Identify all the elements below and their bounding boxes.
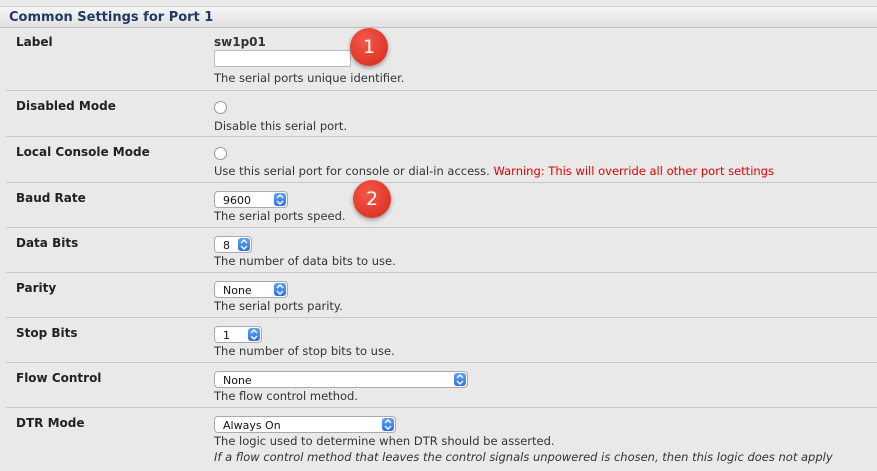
label-field-label: Label <box>16 35 53 49</box>
disabled-mode-label: Disabled Mode <box>16 99 116 113</box>
row-flow-control: Flow Control None The flow control metho… <box>6 363 877 408</box>
stop-bits-selected: 1 <box>223 329 230 342</box>
row-local-console-mode: Local Console Mode Use this serial port … <box>6 137 877 183</box>
data-bits-label: Data Bits <box>16 236 79 250</box>
chevron-up-down-icon <box>274 193 286 206</box>
label-input[interactable] <box>214 50 351 67</box>
row-baud-rate: Baud Rate 9600 The serial ports speed. <box>6 183 877 228</box>
stop-bits-select[interactable]: 1 <box>214 326 262 343</box>
local-console-mode-label: Local Console Mode <box>16 145 150 159</box>
flow-control-select[interactable]: None <box>214 371 468 388</box>
chevron-up-down-icon <box>382 418 394 431</box>
data-bits-description: The number of data bits to use. <box>214 254 396 268</box>
baud-rate-label: Baud Rate <box>16 191 86 205</box>
local-console-mode-radio[interactable] <box>214 147 227 160</box>
dtr-mode-selected: Always On <box>223 419 281 432</box>
disabled-mode-description: Disable this serial port. <box>214 119 348 133</box>
local-console-mode-warning: Warning: This will override all other po… <box>493 164 774 178</box>
dtr-mode-label: DTR Mode <box>16 416 85 430</box>
parity-selected: None <box>223 284 252 297</box>
dtr-mode-select[interactable]: Always On <box>214 416 396 433</box>
disabled-mode-radio[interactable] <box>214 101 227 114</box>
annotation-badge-2: 2 <box>353 180 391 218</box>
section-header: Common Settings for Port 1 <box>0 6 877 28</box>
flow-control-description: The flow control method. <box>214 389 358 403</box>
chevron-up-down-icon <box>454 373 466 386</box>
chevron-up-down-icon <box>274 283 286 296</box>
data-bits-select[interactable]: 8 <box>214 236 252 253</box>
label-description: The serial ports unique identifier. <box>214 71 405 85</box>
dtr-mode-description: The logic used to determine when DTR sho… <box>214 434 555 448</box>
row-data-bits: Data Bits 8 The number of data bits to u… <box>6 228 877 273</box>
chevron-up-down-icon <box>238 238 250 251</box>
stop-bits-description: The number of stop bits to use. <box>214 344 395 358</box>
stop-bits-label: Stop Bits <box>16 326 78 340</box>
annotation-badge-1: 1 <box>350 28 388 66</box>
row-label: Label sw1p01 The serial ports unique ide… <box>6 29 877 91</box>
row-disabled-mode: Disabled Mode Disable this serial port. <box>6 91 877 137</box>
local-console-mode-description-line: Use this serial port for console or dial… <box>214 164 774 178</box>
parity-select[interactable]: None <box>214 281 288 298</box>
row-stop-bits: Stop Bits 1 The number of stop bits to u… <box>6 318 877 363</box>
port-settings-panel: Common Settings for Port 1 Label sw1p01 … <box>0 0 877 471</box>
baud-rate-selected: 9600 <box>223 194 251 207</box>
data-bits-selected: 8 <box>223 239 230 252</box>
label-current-value: sw1p01 <box>214 35 266 49</box>
flow-control-selected: None <box>223 374 252 387</box>
parity-label: Parity <box>16 281 57 295</box>
dtr-mode-note: If a flow control method that leaves the… <box>214 450 833 464</box>
section-title: Common Settings for Port 1 <box>9 10 214 25</box>
row-parity: Parity None The serial ports parity. <box>6 273 877 318</box>
row-dtr-mode: DTR Mode Always On The logic used to det… <box>6 408 877 471</box>
flow-control-label: Flow Control <box>16 371 102 385</box>
baud-rate-description: The serial ports speed. <box>214 209 346 223</box>
local-console-mode-description: Use this serial port for console or dial… <box>214 164 490 178</box>
chevron-up-down-icon <box>248 328 260 341</box>
parity-description: The serial ports parity. <box>214 299 343 313</box>
baud-rate-select[interactable]: 9600 <box>214 191 288 208</box>
